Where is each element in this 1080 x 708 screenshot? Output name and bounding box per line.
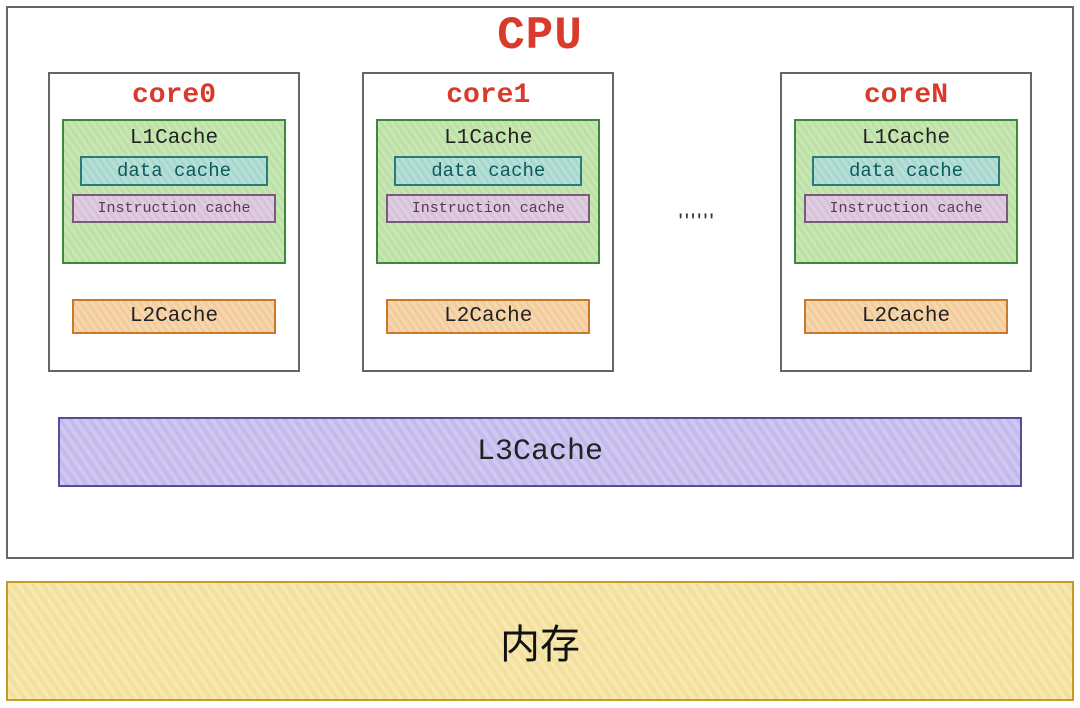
core-box-0: core0 L1Cache data cache Instruction cac… (48, 72, 300, 372)
l2-cache-box: L2Cache (386, 299, 590, 334)
instruction-cache-box: Instruction cache (804, 194, 1008, 223)
core-label: coreN (794, 80, 1018, 111)
core-box-1: core1 L1Cache data cache Instruction cac… (362, 72, 614, 372)
l1-cache-box: L1Cache data cache Instruction cache (376, 119, 600, 264)
memory-box: 内存 (6, 581, 1074, 701)
l1-cache-box: L1Cache data cache Instruction cache (62, 119, 286, 264)
l2-cache-box: L2Cache (804, 299, 1008, 334)
l2-cache-box: L2Cache (72, 299, 276, 334)
cpu-container: CPU core0 L1Cache data cache Instruction… (6, 6, 1074, 559)
core-box-n: coreN L1Cache data cache Instruction cac… (780, 72, 1032, 372)
instruction-cache-box: Instruction cache (386, 194, 590, 223)
core-label: core1 (376, 80, 600, 111)
cores-row: core0 L1Cache data cache Instruction cac… (48, 72, 1032, 372)
l3-cache-box: L3Cache (58, 417, 1022, 487)
l1-cache-label: L1Cache (804, 127, 1008, 150)
data-cache-box: data cache (812, 156, 1000, 186)
l1-cache-label: L1Cache (72, 127, 276, 150)
cpu-title: CPU (48, 10, 1032, 62)
l1-cache-label: L1Cache (386, 127, 590, 150)
l1-cache-box: L1Cache data cache Instruction cache (794, 119, 1018, 264)
data-cache-box: data cache (80, 156, 268, 186)
instruction-cache-box: Instruction cache (72, 194, 276, 223)
ellipsis-icon: '''''' (677, 209, 718, 235)
memory-label: 内存 (500, 612, 580, 670)
data-cache-box: data cache (394, 156, 582, 186)
core-label: core0 (62, 80, 286, 111)
